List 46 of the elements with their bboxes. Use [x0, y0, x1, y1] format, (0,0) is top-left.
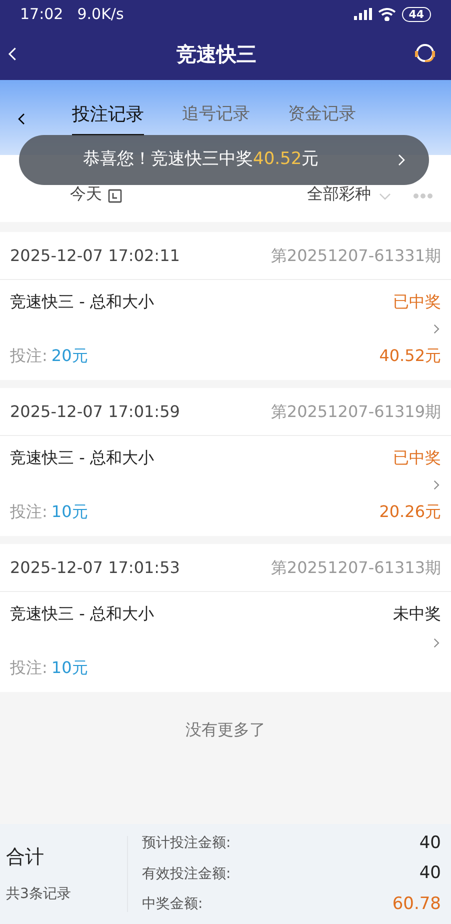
calendar-icon: [108, 189, 122, 203]
bet-label: 投注:: [10, 346, 48, 365]
summary-label: 预计投注金额:: [142, 834, 231, 853]
bet-amount: 20元: [51, 346, 88, 365]
battery-indicator: 44: [402, 6, 431, 22]
summary-value: 40: [419, 832, 441, 855]
summary-label: 有效投注金额:: [142, 864, 231, 884]
issue-number: 第20251207-61319期: [270, 400, 441, 422]
summary-value: 40: [419, 862, 441, 886]
game-name: 竞速快三 - 总和大小: [10, 291, 155, 313]
record-count: 共3条记录: [6, 884, 72, 904]
bet-amount: 10元: [51, 502, 88, 521]
signal-icon: [354, 8, 372, 20]
issue-number: 第20251207-61313期: [270, 556, 441, 578]
date-filter[interactable]: 今天: [70, 182, 102, 206]
game-name: 竞速快三 - 总和大小: [10, 447, 155, 469]
bet-label: 投注:: [10, 502, 48, 521]
record-time: 2025-12-07 17:01:59: [10, 400, 180, 422]
summary-title: 合计: [6, 845, 45, 870]
bet-label: 投注:: [10, 658, 48, 677]
toast-message: 恭喜您！竞速快三中奖40.52元: [83, 148, 320, 172]
bet-amount: 10元: [51, 658, 88, 677]
win-toast[interactable]: 恭喜您！竞速快三中奖40.52元: [19, 135, 429, 185]
lottery-filter[interactable]: 全部彩种: [307, 182, 371, 206]
win-status: 已中奖: [393, 447, 441, 469]
win-status: 未中奖: [393, 603, 441, 625]
win-status: 已中奖: [393, 291, 441, 313]
record-card[interactable]: 2025-12-07 17:01:53 第20251207-61313期 竞速快三 - 总和大小 投注: 10元 未中奖: [0, 544, 451, 692]
chevron-right-icon: [431, 478, 441, 492]
page-title: 竞速快三: [176, 41, 258, 68]
record-time: 2025-12-07 17:02:11: [10, 244, 180, 266]
issue-number: 第20251207-61331期: [270, 244, 441, 266]
summary-label: 中奖金额:: [142, 895, 203, 914]
payout-amount: 40.52元: [379, 345, 441, 367]
chevron-right-icon: [431, 322, 441, 336]
chevron-right-icon: [431, 636, 441, 650]
status-time: 17:02: [20, 4, 64, 25]
payout-amount: 20.26元: [379, 501, 441, 523]
wifi-icon: [378, 8, 396, 20]
game-name: 竞速快三 - 总和大小: [10, 603, 155, 625]
end-note: 没有更多了: [186, 719, 266, 741]
record-card[interactable]: 2025-12-07 17:01:59 第20251207-61319期 竞速快三 - 总和大小 投注: 10元 已中奖 20.26元: [0, 388, 451, 536]
network-speed: 9.0K/s: [77, 4, 124, 25]
summary-value: 60.78: [392, 892, 441, 916]
record-card[interactable]: 2025-12-07 17:02:11 第20251207-61331期 竞速快三 - 总和大小 投注: 20元 已中奖 40.52元: [0, 232, 451, 380]
record-time: 2025-12-07 17:01:53: [10, 556, 180, 578]
